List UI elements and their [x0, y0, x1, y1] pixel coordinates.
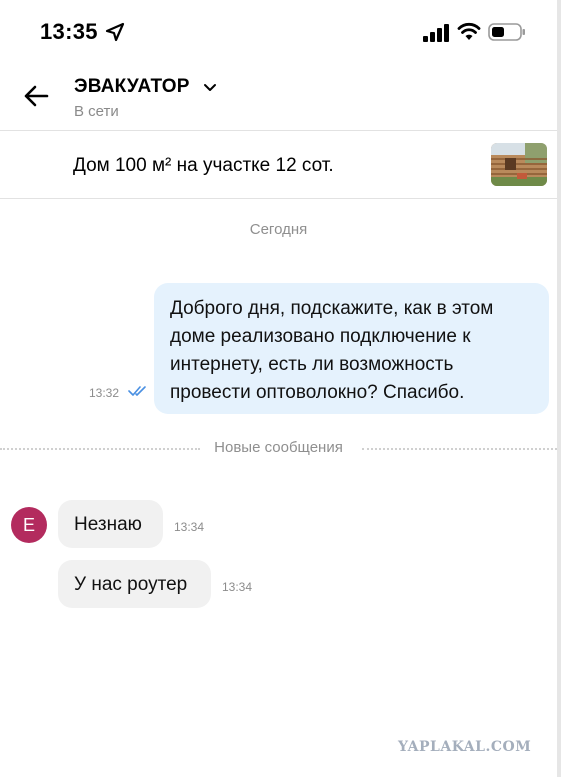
date-separator: Сегодня — [249, 221, 308, 238]
header-divider — [0, 130, 557, 131]
cellular-signal-icon — [423, 24, 449, 42]
sender-avatar[interactable]: E — [11, 507, 47, 543]
listing-divider — [0, 198, 557, 199]
wifi-icon — [457, 22, 481, 40]
battery-icon — [488, 23, 525, 41]
listing-thumbnail[interactable] — [491, 143, 547, 186]
chevron-down-icon[interactable] — [203, 82, 217, 94]
outgoing-message-bubble[interactable]: Доброго дня, подскажите, как в этом доме… — [154, 283, 549, 414]
incoming-message-text: Незнаю — [74, 514, 142, 535]
listing-title[interactable]: Дом 100 м² на участке 12 сот. — [73, 155, 334, 177]
online-status: В сети — [74, 103, 119, 120]
incoming-message-time: 13:34 — [174, 520, 205, 534]
status-time: 13:35 — [40, 19, 98, 44]
new-messages-label: Новые сообщения — [214, 439, 343, 456]
screen-edge — [557, 0, 561, 777]
incoming-message-time: 13:34 — [222, 580, 253, 594]
chat-title[interactable]: ЭВАКУАТОР — [74, 76, 190, 98]
back-arrow-icon[interactable] — [22, 82, 50, 110]
outgoing-message-time: 13:32 — [89, 386, 120, 400]
incoming-message-text: У нас роутер — [74, 574, 188, 595]
location-arrow-icon — [105, 22, 125, 42]
watermark: YAPLAKAL.COM — [398, 739, 532, 755]
incoming-message-bubble[interactable]: Незнаю — [58, 500, 163, 548]
outgoing-message-text: Доброго дня, подскажите, как в этом доме… — [170, 298, 494, 403]
incoming-message-bubble[interactable]: У нас роутер — [58, 560, 211, 608]
read-double-check-icon — [128, 386, 146, 396]
